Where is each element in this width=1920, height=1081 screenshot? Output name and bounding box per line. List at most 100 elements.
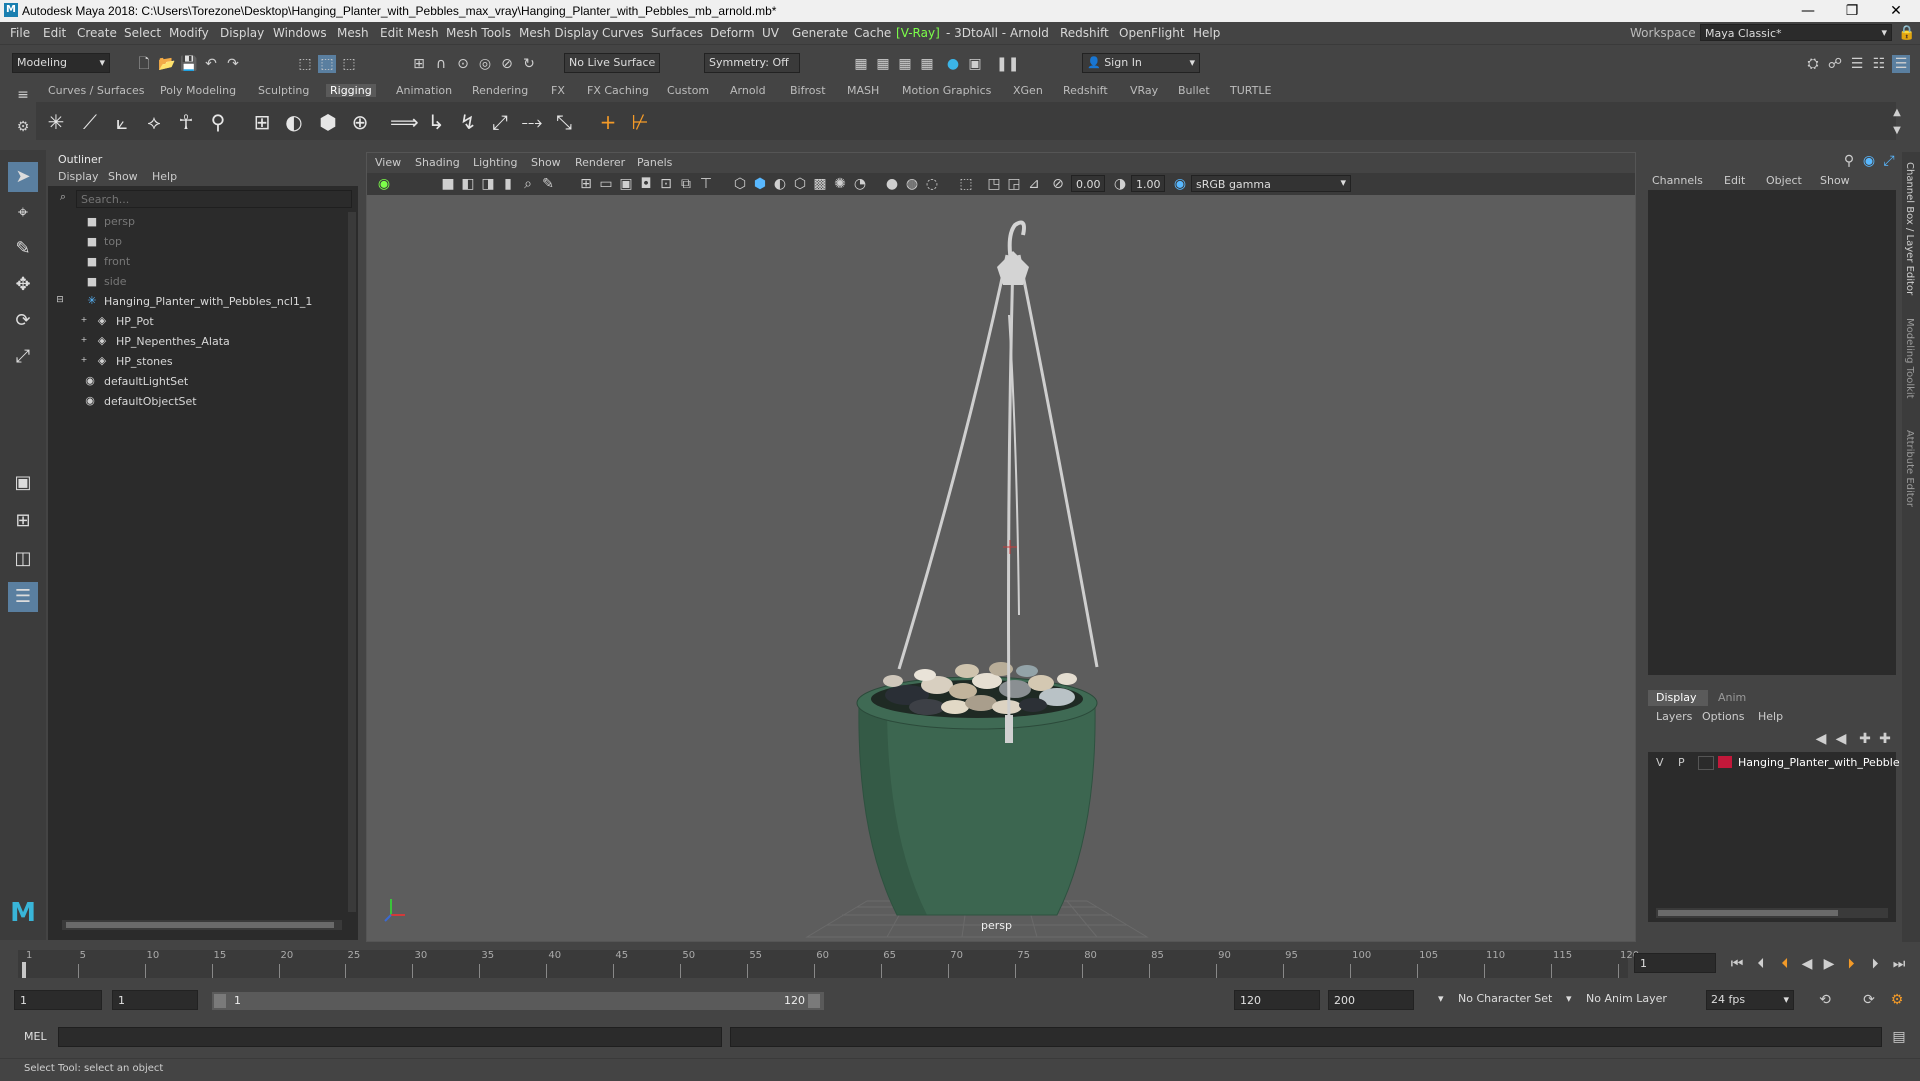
menu-select[interactable]: Select bbox=[124, 26, 161, 40]
redo-icon[interactable]: ↷ bbox=[224, 55, 242, 73]
anti-aliasing-icon[interactable]: ◌ bbox=[923, 175, 941, 193]
exposure-field[interactable]: 0.00 bbox=[1071, 175, 1105, 192]
channel-edit-menu[interactable]: Edit bbox=[1724, 174, 1745, 187]
tool-settings-icon[interactable]: ☷ bbox=[1870, 55, 1888, 73]
single-view-icon[interactable]: ▣ bbox=[8, 468, 38, 498]
snap-rotate-icon[interactable]: ↻ bbox=[520, 55, 538, 73]
scroll-down-icon[interactable]: ▼ bbox=[1888, 122, 1906, 140]
anim-layer-dropdown[interactable]: ▾ No Anim Layer bbox=[1566, 990, 1686, 1010]
sign-in-button[interactable]: 👤 Sign In ▾ bbox=[1082, 53, 1200, 73]
render-settings-icon[interactable]: ▦ bbox=[918, 55, 936, 73]
new-layer-icon[interactable]: ✚ bbox=[1856, 730, 1874, 748]
outliner-menu-help[interactable]: Help bbox=[152, 170, 177, 183]
layer-color-swatch[interactable] bbox=[1718, 756, 1732, 768]
wrap-icon[interactable]: ⊕ bbox=[346, 108, 374, 136]
viewport-canvas[interactable]: persp bbox=[367, 195, 1635, 941]
viewport-menu-lighting[interactable]: Lighting bbox=[473, 156, 517, 169]
step-back-icon[interactable]: ⏴ bbox=[1752, 955, 1770, 973]
menu-display[interactable]: Display bbox=[220, 26, 264, 40]
shelf-tab-bullet[interactable]: Bullet bbox=[1178, 84, 1210, 97]
xray-joints-icon[interactable]: ◲ bbox=[1005, 175, 1023, 193]
ambient-occlusion-icon[interactable]: ● bbox=[883, 175, 901, 193]
shelf-tab-arnold[interactable]: Arnold bbox=[730, 84, 766, 97]
outliner-item-side[interactable]: ■ side bbox=[48, 272, 348, 292]
bookmark-icon[interactable]: ▮ bbox=[499, 175, 517, 193]
render-view-icon[interactable]: ▦ bbox=[852, 55, 870, 73]
safe-action-icon[interactable]: ⧉ bbox=[677, 175, 695, 193]
viewport-menu-shading[interactable]: Shading bbox=[415, 156, 460, 169]
tab-anim[interactable]: Anim bbox=[1718, 691, 1746, 704]
menu-redshift[interactable]: Redshift bbox=[1060, 26, 1109, 40]
viewport-menu-show[interactable]: Show bbox=[531, 156, 561, 169]
help-menu[interactable]: Help bbox=[1758, 710, 1783, 723]
human-ik-icon[interactable]: ☍ bbox=[1826, 55, 1844, 73]
layer-row[interactable]: V P Hanging_Planter_with_Pebble bbox=[1648, 752, 1900, 772]
menu-openflight[interactable]: OpenFlight bbox=[1119, 26, 1185, 40]
paint-select-icon[interactable]: ✎ bbox=[8, 234, 38, 264]
options-menu[interactable]: Options bbox=[1702, 710, 1744, 723]
scale-tool-icon[interactable]: ⤢ bbox=[8, 342, 38, 372]
menu-windows[interactable]: Windows bbox=[273, 26, 327, 40]
pause-icon[interactable]: ❚❚ bbox=[996, 55, 1019, 73]
outliner-item-hp-pot[interactable]: + ◈ HP_Pot bbox=[48, 312, 348, 332]
outliner-layout-icon[interactable]: ☰ bbox=[8, 582, 38, 612]
outliner-item-default-object-set[interactable]: ◉ defaultObjectSet bbox=[48, 392, 348, 412]
motion-blur-icon[interactable]: ◍ bbox=[903, 175, 921, 193]
search-options-icon[interactable]: ⌕ bbox=[54, 190, 72, 208]
undo-icon[interactable]: ↶ bbox=[202, 55, 220, 73]
current-frame-field[interactable]: 1 bbox=[1634, 953, 1716, 973]
shelf-tab-xgen[interactable]: XGen bbox=[1013, 84, 1043, 97]
move-tool-icon[interactable]: ✥ bbox=[8, 270, 38, 300]
move-layer-up-icon[interactable]: ◀ bbox=[1812, 730, 1830, 748]
ipr-render-icon[interactable]: ▦ bbox=[896, 55, 914, 73]
move-layer-down-icon[interactable]: ◀ bbox=[1832, 730, 1850, 748]
viewport-menu-renderer[interactable]: Renderer bbox=[575, 156, 625, 169]
select-hierarchy-icon[interactable]: ⬚ bbox=[296, 55, 314, 73]
auto-key-icon[interactable]: ⟳ bbox=[1860, 991, 1878, 1009]
render-icon[interactable]: ▦ bbox=[874, 55, 892, 73]
animation-prefs-icon[interactable]: ⚙ bbox=[1888, 991, 1906, 1009]
shelf-menu-icon[interactable]: ≡ bbox=[14, 86, 32, 104]
outliner-horizontal-scrollbar[interactable] bbox=[62, 920, 342, 930]
ik-spline-icon[interactable]: ⟀ bbox=[108, 108, 136, 136]
outliner-item-top[interactable]: ■ top bbox=[48, 232, 348, 252]
menu-arnold[interactable]: Arnold bbox=[1010, 26, 1049, 40]
tab-display[interactable]: Display bbox=[1648, 690, 1708, 706]
outliner-menu-show[interactable]: Show bbox=[108, 170, 138, 183]
channel-box-icon-a[interactable]: ⚲ bbox=[1840, 152, 1858, 170]
current-time-indicator[interactable] bbox=[22, 962, 26, 978]
shelf-tab-fx[interactable]: FX bbox=[551, 84, 565, 97]
2d-pan-zoom-icon[interactable]: ⌕ bbox=[519, 175, 537, 193]
menu-curves[interactable]: Curves bbox=[602, 26, 644, 40]
open-scene-icon[interactable]: 📂 bbox=[158, 55, 176, 73]
new-layer-selected-icon[interactable]: ✚ bbox=[1876, 730, 1894, 748]
channel-show-menu[interactable]: Show bbox=[1820, 174, 1850, 187]
layer-horizontal-scrollbar[interactable] bbox=[1656, 908, 1888, 918]
viewport-menu-panels[interactable]: Panels bbox=[637, 156, 672, 169]
pole-vector-icon[interactable]: ⤡ bbox=[550, 108, 578, 136]
bookmarks-icon[interactable]: ◧ bbox=[459, 175, 477, 193]
select-object-icon[interactable]: ⬚ bbox=[318, 55, 336, 73]
humanik-control-icon[interactable]: ⚲ bbox=[204, 108, 232, 136]
shelf-tab-vray[interactable]: VRay bbox=[1130, 84, 1158, 97]
bind-skin-icon[interactable]: ⊞ bbox=[248, 108, 276, 136]
channels-menu[interactable]: Channels bbox=[1652, 174, 1703, 187]
outliner-item-group[interactable]: ⊟ ✳ Hanging_Planter_with_Pebbles_ncl1_1 bbox=[48, 292, 348, 312]
select-camera-icon[interactable]: ◉ bbox=[375, 175, 393, 193]
outliner-menu-display[interactable]: Display bbox=[58, 170, 99, 183]
mode-dropdown[interactable]: Modeling ▾ bbox=[12, 53, 110, 73]
start-time-field[interactable]: 1 bbox=[14, 990, 102, 1010]
shelf-tab-poly-modeling[interactable]: Poly Modeling bbox=[160, 84, 236, 97]
rotate-tool-icon[interactable]: ⟳ bbox=[8, 306, 38, 336]
shelf-tab-bifrost[interactable]: Bifrost bbox=[790, 84, 826, 97]
shelf-tab-sculpting[interactable]: Sculpting bbox=[258, 84, 309, 97]
loop-icon[interactable]: ⟲ bbox=[1816, 991, 1834, 1009]
step-back-key-icon[interactable]: ⏴ bbox=[1776, 955, 1794, 973]
channel-box-icon[interactable]: ☰ bbox=[1892, 55, 1910, 73]
resolution-gate-icon[interactable]: ▣ bbox=[617, 175, 635, 193]
xray-components-icon[interactable]: ⊿ bbox=[1025, 175, 1043, 193]
save-scene-icon[interactable]: 💾 bbox=[180, 55, 198, 73]
aim-constraint-icon[interactable]: ⤏ bbox=[518, 108, 546, 136]
expand-icon[interactable]: + bbox=[76, 355, 92, 369]
play-back-icon[interactable]: ◀ bbox=[1798, 955, 1816, 973]
